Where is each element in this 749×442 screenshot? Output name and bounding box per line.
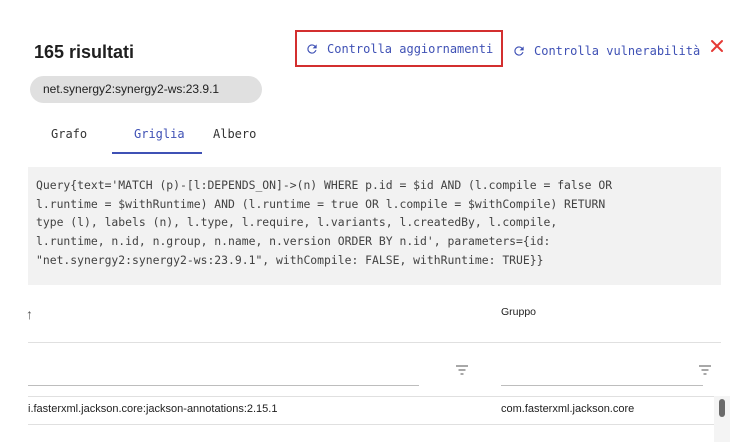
row-divider xyxy=(28,396,714,397)
tab-griglia[interactable]: Griglia xyxy=(134,127,185,141)
sort-ascending-icon[interactable]: ↑ xyxy=(26,306,33,322)
scrollbar-thumb[interactable] xyxy=(719,399,725,417)
query-text-box: Query{text='MATCH (p)-[l:DEPENDS_ON]->(n… xyxy=(28,167,721,285)
close-button[interactable] xyxy=(707,35,727,59)
filter-icon[interactable] xyxy=(455,364,469,376)
refresh-icon xyxy=(307,43,317,54)
header-divider xyxy=(28,342,721,343)
check-vulnerabilities-label: Controlla vulnerabilità xyxy=(534,44,701,58)
check-updates-label: Controlla aggiornamenti xyxy=(327,41,494,56)
check-updates-button[interactable]: Controlla aggiornamenti xyxy=(295,30,503,67)
results-title: 165 risultati xyxy=(34,42,135,62)
tab-grafo[interactable]: Grafo xyxy=(51,127,87,141)
check-vulnerabilities-button[interactable]: Controlla vulnerabilità xyxy=(512,36,700,66)
filter-input-name[interactable] xyxy=(28,385,419,386)
row-divider xyxy=(28,424,714,425)
active-tab-indicator xyxy=(112,152,202,154)
table-row-cell-gruppo[interactable]: com.fasterxml.jackson.core xyxy=(501,403,634,415)
close-icon xyxy=(711,40,723,52)
filter-input-gruppo[interactable] xyxy=(501,385,703,386)
artifact-chip[interactable]: net.synergy2:synergy2-ws:23.9.1 xyxy=(30,76,262,103)
table-row-cell-name[interactable]: i.fasterxml.jackson.core:jackson-annotat… xyxy=(28,403,277,415)
refresh-icon xyxy=(514,46,524,56)
tab-albero[interactable]: Albero xyxy=(213,127,256,141)
filter-icon[interactable] xyxy=(698,364,712,376)
column-header-gruppo[interactable]: Gruppo xyxy=(501,306,536,318)
